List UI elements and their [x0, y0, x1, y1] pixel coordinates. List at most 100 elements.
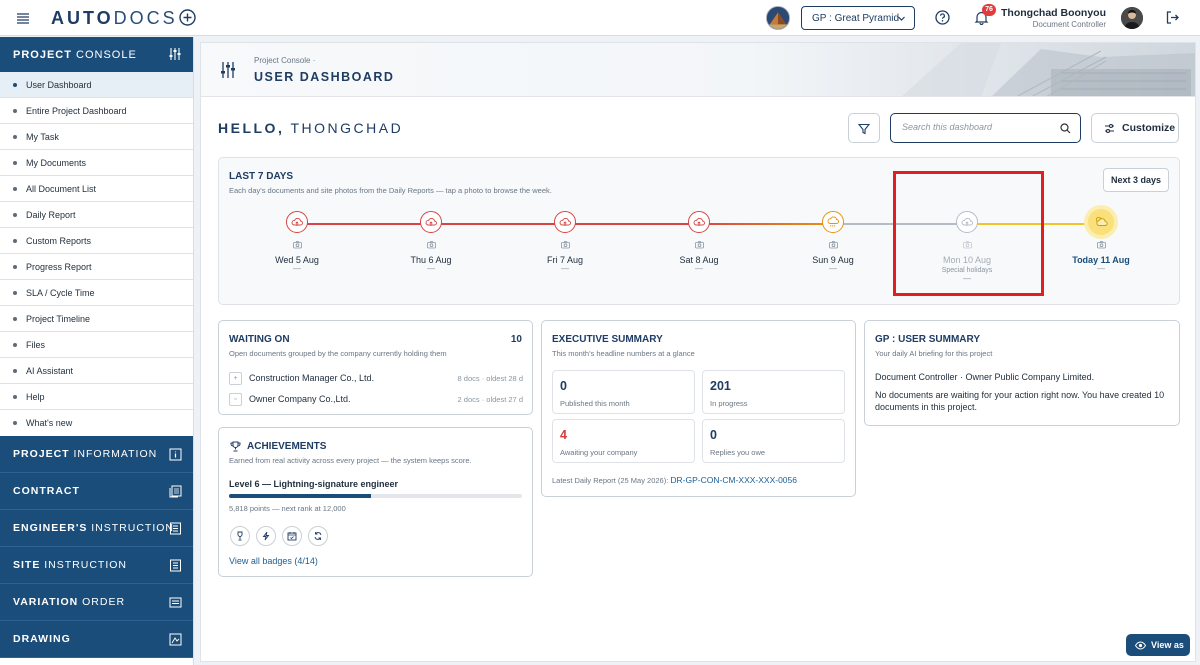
stat-value: 0 — [560, 379, 567, 393]
project-select[interactable]: GP : Great Pyramid — [801, 6, 915, 30]
waiting-row[interactable]: ▫ Owner Company Co.,Ltd. 2 docs · oldest… — [229, 391, 523, 407]
cloud-upload-icon — [559, 217, 571, 226]
badge-item[interactable] — [308, 526, 328, 546]
sidebar-item-daily-report[interactable]: Daily Report — [0, 202, 193, 228]
bullet-dot — [13, 82, 17, 87]
camera-icon[interactable] — [694, 240, 704, 249]
user-name[interactable]: Thongchad Boonyou — [1000, 7, 1106, 19]
achievements-title: ACHIEVEMENTS — [247, 441, 327, 452]
sidebar-section-drawing[interactable]: DRAWING — [0, 621, 193, 658]
stat-tile-replies[interactable]: 0 Replies you owe — [702, 419, 845, 463]
sidebar-item-entire-project-dashboard[interactable]: Entire Project Dashboard — [0, 98, 193, 124]
badge-item[interactable] — [230, 526, 250, 546]
card-list-icon — [169, 597, 182, 608]
menu-icon[interactable] — [16, 11, 30, 25]
executive-summary-title: EXECUTIVE SUMMARY — [552, 334, 663, 345]
sidebar-item-sla-cycle-time[interactable]: SLA / Cycle Time — [0, 280, 193, 306]
timeline-day-sun[interactable]: Sun 9 Aug — — [783, 211, 883, 273]
sidebar-item-label: Files — [26, 339, 46, 350]
waiting-row[interactable]: + Construction Manager Co., Ltd. 8 docs … — [229, 370, 523, 386]
view-all-badges-link[interactable]: View all badges (4/14) — [229, 556, 318, 566]
bullet-dot — [13, 238, 17, 243]
sidebar-item-my-task[interactable]: My Task — [0, 124, 193, 150]
level-progress-fill — [229, 494, 372, 498]
points-label: 5,818 points — next rank at 12,000 — [229, 504, 346, 513]
user-summary-card: GP : USER SUMMARY Your daily AI briefing… — [864, 320, 1180, 426]
add-circle-icon[interactable] — [179, 9, 196, 26]
help-icon[interactable] — [935, 10, 950, 25]
sidebar-item-all-document-list[interactable]: All Document List — [0, 176, 193, 202]
sidebar-item-label: AI Assistant — [26, 365, 74, 376]
camera-icon[interactable] — [560, 240, 570, 249]
timeline-day-today[interactable]: Today 11 Aug — — [1051, 209, 1151, 273]
view-as-button[interactable]: View as — [1126, 634, 1190, 656]
level-label: Level 6 — Lightning-signature engineer — [229, 479, 399, 489]
timeline-day-thu[interactable]: Thu 6 Aug — — [381, 211, 481, 273]
badge-item[interactable] — [282, 526, 302, 546]
sidebar-item-label: Project Timeline — [26, 313, 91, 324]
sidebar-item-project-timeline[interactable]: Project Timeline — [0, 306, 193, 332]
search-icon[interactable] — [1060, 123, 1071, 134]
latest-report-link[interactable]: DR-GP-CON-CM-XXX-XXX-0056 — [670, 475, 797, 485]
main-content: Project Console · USER DASHBOARD HELLO, … — [200, 42, 1196, 662]
sidebar-item-help[interactable]: Help — [0, 384, 193, 410]
camera-icon[interactable] — [1096, 240, 1106, 249]
camera-icon[interactable] — [292, 240, 302, 249]
breadcrumb[interactable]: Project Console · — [254, 56, 315, 65]
badge-item[interactable] — [256, 526, 276, 546]
latest-report-prefix: Latest Daily Report (25 May 2026): — [552, 476, 669, 485]
documents-stack-icon — [169, 485, 182, 498]
customize-label: Customize — [1122, 122, 1176, 134]
stat-tile-in-progress[interactable]: 201 In progress — [702, 370, 845, 414]
bullet-dot — [13, 394, 17, 399]
filter-icon — [858, 123, 870, 135]
sidebar-item-label: User Dashboard — [26, 79, 92, 90]
search-input[interactable] — [902, 122, 1052, 132]
user-summary-title: GP : USER SUMMARY — [875, 334, 981, 345]
sidebar-item-files[interactable]: Files — [0, 332, 193, 358]
timeline-day-fri[interactable]: Fri 7 Aug — — [515, 211, 615, 273]
user-summary-role: Document Controller · Owner Public Compa… — [875, 372, 1095, 382]
sidebar-item-label: My Task — [26, 131, 59, 142]
sidebar-section-engineers-instruction[interactable]: ENGINEER'S INSTRUCTION — [0, 510, 193, 547]
bullet-dot — [13, 290, 17, 295]
camera-icon[interactable] — [426, 240, 436, 249]
next-3-days-button[interactable]: Next 3 days — [1103, 168, 1169, 192]
sidebar-section-project-information[interactable]: PROJECT INFORMATION — [0, 436, 193, 473]
camera-icon[interactable] — [828, 240, 838, 249]
sidebar-section-variation-order[interactable]: VARIATION ORDER — [0, 584, 193, 621]
stat-tile-published[interactable]: 0 Published this month — [552, 370, 695, 414]
company-icon: + — [229, 371, 242, 385]
sidebar-item-ai-assistant[interactable]: AI Assistant — [0, 358, 193, 384]
document-list-icon — [170, 522, 181, 535]
sidebar-section-site-instruction[interactable]: SITE INSTRUCTION — [0, 547, 193, 584]
sidebar-item-custom-reports[interactable]: Custom Reports — [0, 228, 193, 254]
sidebar-item-user-dashboard[interactable]: User Dashboard — [0, 72, 193, 98]
day-circle — [554, 211, 576, 233]
day-dash: — — [427, 264, 435, 273]
filter-button[interactable] — [848, 113, 880, 143]
executive-summary-card: EXECUTIVE SUMMARY This month's headline … — [541, 320, 856, 497]
sidebar-item-label: Help — [26, 391, 45, 402]
section-label: ENGINEER'S INSTRUCTION — [13, 522, 175, 534]
sidebar-item-my-documents[interactable]: My Documents — [0, 150, 193, 176]
sidebar-item-label: All Document List — [26, 183, 97, 194]
project-console-header[interactable]: PROJECT CONSOLE — [0, 37, 193, 72]
stat-value: 0 — [710, 428, 717, 442]
app-logo[interactable]: AUTODOCS — [51, 8, 178, 28]
last-7-days-subtitle: Each day's documents and site photos fro… — [229, 186, 552, 195]
sidebar-item-whats-new[interactable]: What's new — [0, 410, 193, 436]
day-dash: — — [561, 264, 569, 273]
sidebar-item-progress-report[interactable]: Progress Report — [0, 254, 193, 280]
bullet-dot — [13, 264, 17, 269]
avatar[interactable] — [1121, 7, 1143, 29]
logo-text-docs: DOCS — [113, 8, 178, 28]
project-logo — [766, 6, 790, 30]
customize-button[interactable]: Customize — [1091, 113, 1179, 143]
timeline-day-wed[interactable]: Wed 5 Aug — — [247, 211, 347, 273]
logo-text-auto: AUTO — [51, 8, 114, 28]
sidebar-section-contract[interactable]: CONTRACT — [0, 473, 193, 510]
logout-icon[interactable] — [1165, 10, 1180, 25]
timeline-day-sat[interactable]: Sat 8 Aug — — [649, 211, 749, 273]
stat-tile-awaiting[interactable]: 4 Awaiting your company — [552, 419, 695, 463]
